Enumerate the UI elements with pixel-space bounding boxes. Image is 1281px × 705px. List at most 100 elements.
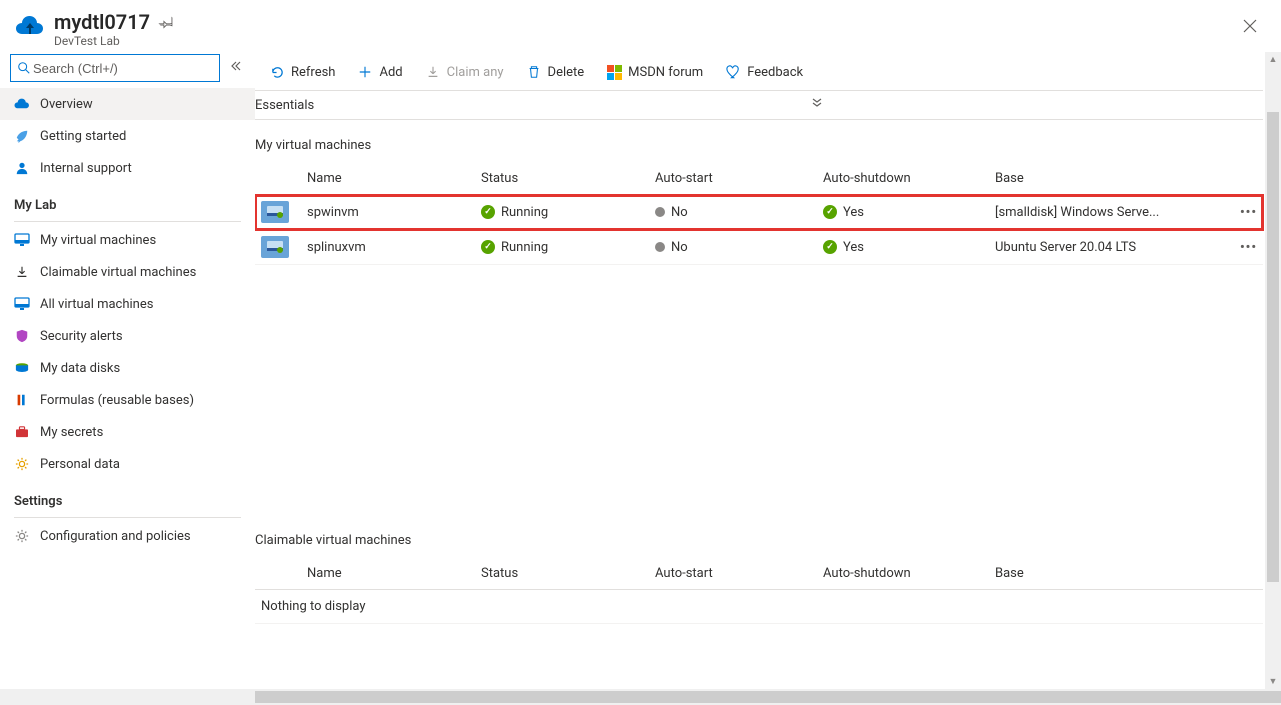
sidebar-item-my-vms[interactable]: My virtual machines (0, 224, 255, 256)
scroll-down-icon[interactable]: ▼ (1265, 676, 1281, 687)
essentials-toggle[interactable]: Essentials (255, 91, 1263, 120)
sidebar-item-all-vms[interactable]: All virtual machines (0, 288, 255, 320)
pin-icon[interactable] (154, 9, 181, 36)
sidebar-item-security-alerts[interactable]: Security alerts (0, 320, 255, 352)
refresh-icon (269, 64, 285, 80)
empty-message: Nothing to display (255, 590, 1263, 624)
chevron-down-double-icon (811, 97, 823, 113)
sidebar-item-label: My secrets (40, 425, 103, 440)
vm-auto-shutdown: ✓Yes (823, 205, 983, 220)
sidebar-item-formulas[interactable]: Formulas (reusable bases) (0, 384, 255, 416)
more-actions-icon[interactable]: ••• (1240, 240, 1257, 255)
vm-auto-start: No (655, 240, 811, 255)
col-auto-shutdown[interactable]: Auto-shutdown (817, 163, 989, 195)
shield-icon (14, 328, 30, 344)
table-header-row: Name Status Auto-start Auto-shutdown Bas… (255, 558, 1263, 590)
sidebar-item-label: Personal data (40, 457, 120, 472)
sidebar-item-label: All virtual machines (40, 297, 153, 312)
sidebar-item-label: Security alerts (40, 329, 123, 344)
sidebar-section-mylab: My Lab (0, 184, 255, 219)
sidebar-item-label: Getting started (40, 129, 126, 144)
col-auto-start[interactable]: Auto-start (649, 163, 817, 195)
download-icon (14, 264, 30, 280)
vm-auto-shutdown: ✓Yes (823, 240, 983, 255)
sidebar-item-label: My data disks (40, 361, 120, 376)
col-status[interactable]: Status (475, 558, 649, 590)
search-input-wrapper[interactable] (10, 54, 220, 82)
divider (14, 517, 241, 518)
section-title-my-vms: My virtual machines (255, 120, 1281, 163)
col-base[interactable]: Base (989, 558, 1233, 590)
col-status[interactable]: Status (475, 163, 649, 195)
trash-icon (526, 64, 542, 80)
refresh-button[interactable]: Refresh (259, 60, 345, 84)
check-icon: ✓ (481, 205, 495, 219)
page-title: mydtl0717 (54, 10, 150, 34)
toolbar: Refresh Add Claim any Delete MSDN forum … (255, 54, 1263, 91)
table-header-row: Name Status Auto-start Auto-shutdown Bas… (255, 163, 1263, 195)
msdn-forum-button[interactable]: MSDN forum (596, 60, 713, 84)
sidebar-item-secrets[interactable]: My secrets (0, 416, 255, 448)
sidebar-item-label: Configuration and policies (40, 529, 191, 544)
more-actions-icon[interactable]: ••• (1240, 205, 1257, 220)
sidebar-section-settings: Settings (0, 480, 255, 515)
check-icon: ✓ (823, 240, 837, 254)
collapse-sidebar-icon[interactable] (230, 60, 242, 76)
sidebar-item-data-disks[interactable]: My data disks (0, 352, 255, 384)
scrollbar-thumb[interactable] (1267, 112, 1279, 582)
close-button[interactable] (1235, 10, 1265, 42)
devtestlab-icon (14, 10, 46, 42)
vm-name: spwinvm (301, 195, 475, 230)
col-auto-start[interactable]: Auto-start (649, 558, 817, 590)
table-row[interactable]: spwinvm ✓Running No ✓Yes [smalldisk] Win… (255, 195, 1263, 230)
col-name[interactable]: Name (301, 163, 475, 195)
sidebar: Overview Getting started Internal suppor… (0, 54, 255, 697)
vm-base: Ubuntu Server 20.04 LTS (989, 230, 1233, 265)
sidebar-item-label: Claimable virtual machines (40, 265, 196, 280)
my-vms-table: Name Status Auto-start Auto-shutdown Bas… (255, 163, 1263, 265)
claim-any-button: Claim any (415, 60, 514, 84)
vm-status: ✓Running (481, 240, 643, 255)
delete-button[interactable]: Delete (516, 60, 595, 84)
button-label: Claim any (447, 65, 504, 80)
check-icon: ✓ (823, 205, 837, 219)
scroll-up-icon[interactable]: ▲ (1265, 54, 1281, 65)
sidebar-item-getting-started[interactable]: Getting started (0, 120, 255, 152)
vm-base: [smalldisk] Windows Serve... (989, 195, 1233, 230)
feedback-button[interactable]: Feedback (715, 60, 813, 84)
vm-icon (261, 201, 289, 223)
sidebar-item-claimable-vms[interactable]: Claimable virtual machines (0, 256, 255, 288)
add-button[interactable]: Add (347, 60, 412, 84)
plus-icon (357, 64, 373, 80)
vm-icon (261, 236, 289, 258)
col-base[interactable]: Base (989, 163, 1233, 195)
sidebar-item-label: My virtual machines (40, 233, 156, 248)
flask-icon (14, 392, 30, 408)
table-row[interactable]: splinuxvm ✓Running No ✓Yes Ubuntu Server… (255, 230, 1263, 265)
vm-status: ✓Running (481, 205, 643, 220)
sidebar-item-overview[interactable]: Overview (0, 88, 255, 120)
disk-icon (14, 360, 30, 376)
scrollbar-thumb[interactable] (255, 691, 1281, 703)
sidebar-item-internal-support[interactable]: Internal support (0, 152, 255, 184)
sidebar-item-config-policies[interactable]: Configuration and policies (0, 520, 255, 552)
sidebar-item-personal-data[interactable]: Personal data (0, 448, 255, 480)
vm-auto-start: No (655, 205, 811, 220)
button-label: Refresh (291, 65, 335, 80)
divider (14, 221, 241, 222)
person-icon (14, 160, 30, 176)
vertical-scrollbar[interactable]: ▲ ▼ (1265, 52, 1281, 689)
page-header: mydtl0717 DevTest Lab (0, 0, 1281, 54)
button-label: Delete (548, 65, 585, 80)
page-subtitle: DevTest Lab (54, 34, 1235, 48)
sidebar-item-label: Formulas (reusable bases) (40, 393, 194, 408)
gear-icon (14, 456, 30, 472)
col-name[interactable]: Name (301, 558, 475, 590)
search-icon (17, 61, 31, 75)
claimable-vms-table: Name Status Auto-start Auto-shutdown Bas… (255, 558, 1263, 624)
sidebar-item-label: Overview (40, 97, 93, 112)
horizontal-scrollbar[interactable] (0, 689, 1281, 705)
col-auto-shutdown[interactable]: Auto-shutdown (817, 558, 989, 590)
monitor-icon (14, 296, 30, 312)
search-input[interactable] (31, 60, 213, 77)
